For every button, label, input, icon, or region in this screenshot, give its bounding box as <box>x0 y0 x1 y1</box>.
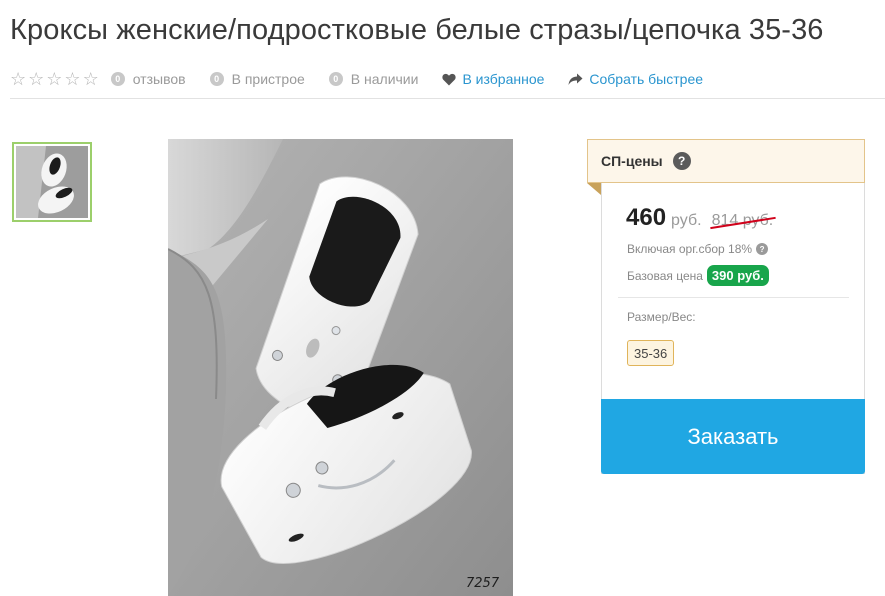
price-divider <box>618 297 849 298</box>
star-icon[interactable]: ☆ <box>64 70 80 88</box>
stock-label: В наличии <box>350 71 419 87</box>
ribbon-fold <box>587 183 601 195</box>
attach-count: 0 В пристрое <box>209 71 305 87</box>
favorite-label: В избранное <box>462 71 545 87</box>
rating-stars[interactable]: ☆ ☆ ☆ ☆ ☆ <box>10 70 99 88</box>
star-icon[interactable]: ☆ <box>10 70 26 88</box>
thumbnail-image <box>16 146 88 218</box>
stock-count-badge: 0 <box>328 72 343 86</box>
base-price-badge: 390 руб. <box>706 265 769 286</box>
crocs-photo-illustration: 7257 <box>168 139 513 596</box>
fee-note-text: Включая орг.сбор 18% <box>627 242 753 256</box>
size-option-button[interactable]: 35-36 <box>627 340 675 366</box>
stock-count: 0 В наличии <box>328 71 419 87</box>
current-price: 460 <box>626 204 667 231</box>
share-arrow-icon <box>568 73 583 85</box>
reviews-count-badge: 0 <box>110 72 125 86</box>
size-label-line: Размер/Вес: <box>627 310 696 324</box>
fee-note: Включая орг.сбор 18% ? <box>627 242 769 256</box>
base-price-line: Базовая цена 390 руб. <box>627 265 769 286</box>
size-label: Размер/Вес: <box>627 310 696 324</box>
order-button[interactable]: Заказать <box>601 399 865 474</box>
header-divider <box>10 98 885 99</box>
fee-help-icon[interactable]: ? <box>756 243 769 255</box>
star-icon[interactable]: ☆ <box>83 70 99 88</box>
help-icon[interactable]: ? <box>672 152 691 170</box>
base-price-label: Базовая цена <box>627 268 703 283</box>
add-to-favorites-link[interactable]: В избранное <box>442 71 544 87</box>
attach-count-badge: 0 <box>209 72 224 86</box>
heart-icon <box>442 73 457 85</box>
star-icon[interactable]: ☆ <box>46 70 62 88</box>
old-price: 814 руб. <box>711 212 774 229</box>
reviews-label: отзывов <box>132 71 186 87</box>
sp-prices-header: СП-цены ? <box>587 139 865 183</box>
price-line: 460 руб. 814 руб. <box>626 204 773 232</box>
gallery-thumbnail[interactable] <box>12 142 92 222</box>
reviews-count[interactable]: 0 отзывов <box>110 71 186 87</box>
collect-label: Собрать быстрее <box>589 71 704 87</box>
attach-label: В пристрое <box>231 71 305 87</box>
sp-prices-title: СП-цены <box>601 153 663 169</box>
currency-label: руб. <box>671 212 702 229</box>
product-meta-row: ☆ ☆ ☆ ☆ ☆ 0 отзывов 0 В пристрое 0 В нал… <box>10 68 727 90</box>
product-title: Кроксы женские/подростковые белые стразы… <box>10 14 824 46</box>
product-photo[interactable]: 7257 <box>168 139 513 596</box>
photo-code: 7257 <box>466 576 500 591</box>
star-icon[interactable]: ☆ <box>28 70 44 88</box>
collect-faster-link[interactable]: Собрать быстрее <box>568 71 703 87</box>
